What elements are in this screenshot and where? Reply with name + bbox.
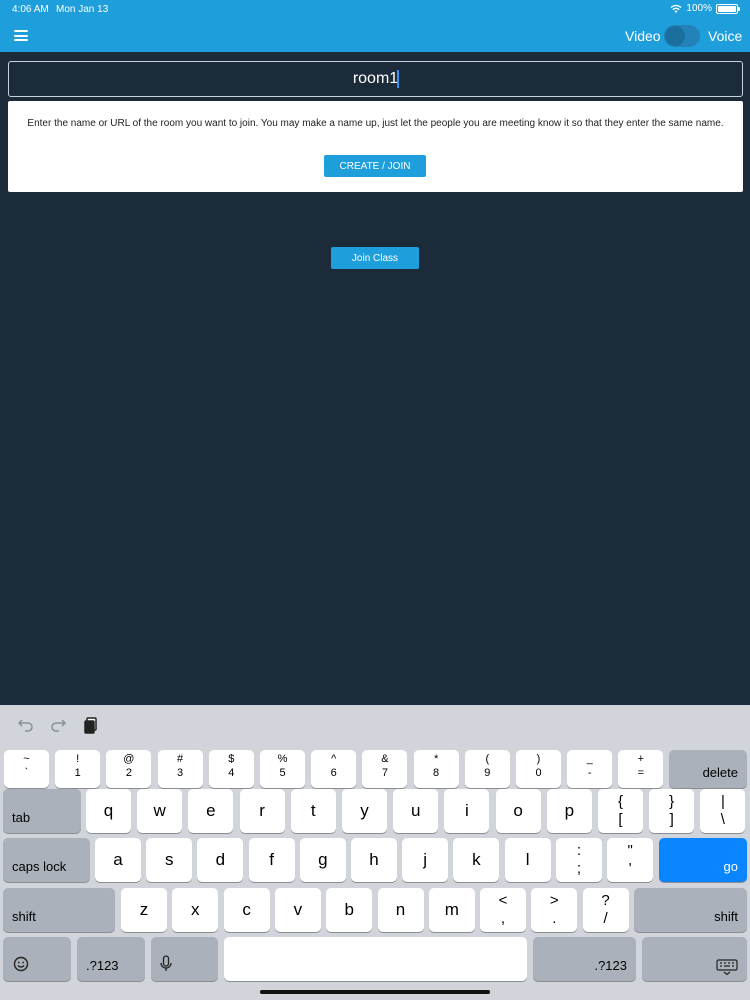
key-symbol-row4-1[interactable]: >. bbox=[531, 888, 578, 932]
battery-percent: 100% bbox=[686, 3, 712, 14]
key-5[interactable]: % 5 bbox=[260, 750, 305, 788]
go-key[interactable]: go bbox=[659, 838, 747, 882]
key-3[interactable]: #3 bbox=[157, 750, 203, 788]
redo-icon[interactable] bbox=[48, 715, 68, 735]
key-1[interactable]: ! 1 bbox=[55, 750, 101, 788]
join-class-button[interactable]: Join Class bbox=[331, 247, 419, 269]
keyboard-toolbar bbox=[0, 705, 750, 745]
key-i[interactable]: i bbox=[444, 789, 490, 833]
voice-mode-label[interactable]: Voice bbox=[708, 28, 742, 44]
home-indicator bbox=[260, 990, 490, 994]
key-s[interactable]: s bbox=[146, 838, 193, 882]
key-m[interactable]: m bbox=[428, 888, 475, 932]
room-instructions: Enter the name or URL of the room you wa… bbox=[27, 118, 724, 129]
key--[interactable]: _ - bbox=[567, 750, 613, 788]
key-0[interactable]: ) 0 bbox=[516, 750, 561, 788]
key-h[interactable]: h bbox=[351, 838, 397, 882]
video-voice-toggle[interactable] bbox=[664, 25, 700, 47]
key-c[interactable]: c bbox=[223, 888, 270, 932]
key-`[interactable]: ~ ` bbox=[4, 750, 49, 788]
create-join-button[interactable]: CREATE / JOIN bbox=[324, 155, 426, 177]
battery-icon bbox=[716, 3, 740, 14]
key-=[interactable]: + = bbox=[618, 750, 664, 788]
key-f[interactable]: f bbox=[248, 838, 295, 882]
key-q[interactable]: q bbox=[86, 789, 131, 833]
paste-icon[interactable] bbox=[82, 715, 102, 735]
key-v[interactable]: v bbox=[274, 888, 321, 932]
shift-left-key[interactable]: shift bbox=[3, 888, 115, 932]
undo-icon[interactable] bbox=[16, 715, 36, 735]
shift-right-key[interactable]: shift bbox=[634, 888, 747, 932]
emoji-icon bbox=[13, 956, 29, 972]
status-indicators: 100% bbox=[670, 3, 740, 14]
key-symbol-row4-0[interactable]: <, bbox=[480, 888, 526, 932]
key-symbol-row3-1[interactable]: " ' bbox=[607, 838, 654, 882]
keyboard-hide-icon bbox=[716, 959, 738, 975]
status-date: Mon Jan 13 bbox=[56, 4, 109, 15]
space-key[interactable] bbox=[224, 937, 527, 981]
key-y[interactable]: y bbox=[342, 789, 387, 833]
key-8[interactable]: * 8 bbox=[413, 750, 459, 788]
key-p[interactable]: p bbox=[546, 789, 592, 833]
status-time: 4:06 AM bbox=[12, 4, 49, 15]
key-2[interactable]: @2 bbox=[106, 750, 152, 788]
key-a[interactable]: a bbox=[95, 838, 141, 882]
delete-key[interactable]: delete bbox=[669, 750, 747, 788]
dictation-key[interactable] bbox=[151, 937, 218, 981]
key-o[interactable]: o bbox=[495, 789, 541, 833]
wifi-icon bbox=[670, 4, 682, 13]
key-symbol-row4-2[interactable]: ? / bbox=[582, 888, 629, 932]
key-e[interactable]: e bbox=[188, 789, 234, 833]
key-symbol-0[interactable]: {[ bbox=[598, 789, 643, 833]
key-r[interactable]: r bbox=[239, 789, 285, 833]
hide-keyboard-key[interactable] bbox=[642, 937, 747, 981]
key-4[interactable]: $4 bbox=[208, 750, 254, 788]
app-header: 4:06 AM Mon Jan 13 100% Video Voice bbox=[0, 0, 750, 52]
video-mode-label[interactable]: Video bbox=[625, 28, 661, 44]
key-l[interactable]: l bbox=[504, 838, 551, 882]
numbers-left-key[interactable]: .?123 bbox=[77, 937, 145, 981]
toggle-knob bbox=[665, 26, 685, 46]
key-x[interactable]: x bbox=[172, 888, 219, 932]
key-g[interactable]: g bbox=[299, 838, 346, 882]
room-name-input[interactable] bbox=[8, 61, 743, 97]
numbers-right-key[interactable]: .?123 bbox=[533, 937, 636, 981]
caps-lock-key[interactable]: caps lock bbox=[3, 838, 90, 882]
microphone-icon bbox=[160, 955, 172, 971]
key-b[interactable]: b bbox=[326, 888, 373, 932]
key-9[interactable]: (9 bbox=[464, 750, 510, 788]
key-k[interactable]: k bbox=[453, 838, 500, 882]
key-w[interactable]: w bbox=[137, 789, 183, 833]
hamburger-menu-icon[interactable] bbox=[14, 30, 28, 41]
key-d[interactable]: d bbox=[197, 838, 244, 882]
tab-key[interactable]: tab bbox=[3, 789, 81, 833]
text-caret bbox=[397, 70, 399, 88]
key-j[interactable]: j bbox=[402, 838, 449, 882]
key-symbol-1[interactable]: }] bbox=[649, 789, 695, 833]
battery-level bbox=[718, 5, 736, 12]
key-6[interactable]: ^ 6 bbox=[311, 750, 357, 788]
emoji-key[interactable] bbox=[3, 937, 71, 981]
key-u[interactable]: u bbox=[393, 789, 439, 833]
key-t[interactable]: t bbox=[290, 789, 336, 833]
key-n[interactable]: n bbox=[377, 888, 424, 932]
key-symbol-2[interactable]: | \ bbox=[700, 789, 746, 833]
key-z[interactable]: z bbox=[121, 888, 167, 932]
key-symbol-row3-0[interactable]: :; bbox=[556, 838, 602, 882]
key-7[interactable]: & 7 bbox=[362, 750, 408, 788]
onscreen-keyboard: ~ `! 1 @2 #3 $4% 5 ^ 6 & 7 * 8(9) 0 _ - + = delete tab qw… bbox=[0, 705, 750, 1000]
room-info-card: Enter the name or URL of the room you wa… bbox=[8, 101, 743, 192]
